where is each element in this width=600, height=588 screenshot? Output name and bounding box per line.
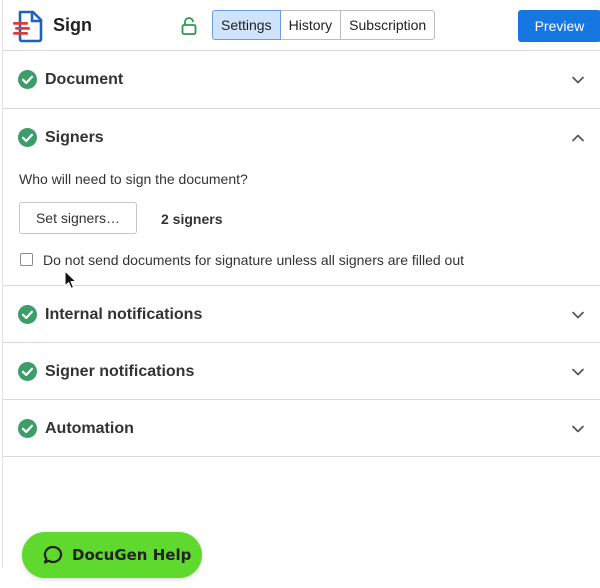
- sign-logo-icon: [13, 10, 43, 43]
- unlocked-icon[interactable]: [181, 17, 197, 35]
- header: Sign Settings History Subscription Previ…: [3, 0, 600, 51]
- section-automation: Automation: [3, 400, 600, 457]
- section-title: Internal notifications: [45, 306, 203, 323]
- chevron-down-icon: [572, 76, 584, 84]
- check-circle-icon: [18, 419, 37, 438]
- section-title: Document: [45, 71, 124, 88]
- section-signers: Signers Who will need to sign the docume…: [3, 109, 600, 286]
- app-title: Sign: [53, 15, 92, 35]
- preview-button[interactable]: Preview: [518, 10, 600, 42]
- tab-history[interactable]: History: [279, 10, 342, 40]
- section-document: Document: [3, 51, 600, 109]
- chevron-down-icon: [572, 311, 584, 319]
- set-signers-button[interactable]: Set signers…: [19, 202, 137, 234]
- check-circle-icon: [18, 70, 37, 89]
- section-title: Signer notifications: [45, 363, 195, 380]
- check-circle-icon: [18, 305, 37, 324]
- app-panel: Sign Settings History Subscription Previ…: [2, 0, 600, 568]
- signer-count: 2 signers: [161, 211, 223, 227]
- chevron-down-icon: [572, 425, 584, 433]
- tab-settings[interactable]: Settings: [212, 10, 281, 40]
- check-circle-icon: [18, 362, 37, 381]
- help-label: DocuGen Help: [72, 546, 192, 564]
- tab-bar: Settings History Subscription: [212, 10, 436, 40]
- require-signers-label[interactable]: Do not send documents for signature unle…: [43, 252, 464, 268]
- tab-subscription[interactable]: Subscription: [340, 10, 436, 40]
- section-signers-header[interactable]: Signers: [3, 109, 600, 166]
- section-title: Automation: [45, 420, 134, 437]
- section-document-header[interactable]: Document: [3, 51, 600, 108]
- check-circle-icon: [18, 128, 37, 147]
- section-internal-notifications-header[interactable]: Internal notifications: [3, 286, 600, 343]
- chevron-up-icon: [572, 134, 584, 142]
- signers-question: Who will need to sign the document?: [19, 171, 248, 187]
- section-internal-notifications: Internal notifications: [3, 286, 600, 343]
- section-signer-notifications-header[interactable]: Signer notifications: [3, 343, 600, 400]
- section-title: Signers: [45, 129, 104, 146]
- chat-bubble-icon: [43, 545, 63, 564]
- require-signers-checkbox[interactable]: [20, 253, 33, 266]
- help-button[interactable]: DocuGen Help: [22, 532, 202, 578]
- chevron-down-icon: [572, 368, 584, 376]
- section-automation-header[interactable]: Automation: [3, 400, 600, 457]
- mouse-cursor-icon: [64, 270, 77, 290]
- section-signer-notifications: Signer notifications: [3, 343, 600, 400]
